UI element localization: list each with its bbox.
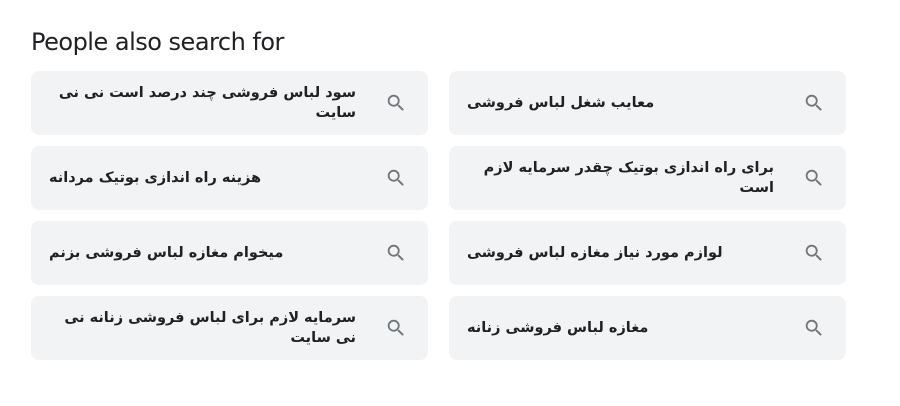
- suggestion-chip[interactable]: مغازه لباس فروشی زنانه: [449, 296, 846, 360]
- suggestion-label: میخوام مغازه لباس فروشی بزنم: [49, 245, 284, 261]
- suggestion-chip[interactable]: سرمایه لازم برای لباس فروشی زنانه نی نی …: [31, 296, 428, 360]
- suggestion-label: هزینه راه اندازی بوتیک مردانه: [49, 170, 262, 186]
- search-icon: [802, 91, 826, 115]
- suggestion-label: مغازه لباس فروشی زنانه: [467, 320, 649, 336]
- search-icon: [384, 316, 408, 340]
- people-also-search-for-section: People also search for سود لباس فروشی چن…: [31, 26, 847, 360]
- section-title: People also search for: [31, 28, 284, 56]
- search-icon: [384, 241, 408, 265]
- suggestion-chip[interactable]: سود لباس فروشی چند درصد است نی نی سایت: [31, 71, 428, 135]
- suggestion-chip[interactable]: هزینه راه اندازی بوتیک مردانه: [31, 146, 428, 210]
- suggestion-label: لوازم مورد نیاز مغازه لباس فروشی: [467, 245, 723, 261]
- suggestion-chip[interactable]: لوازم مورد نیاز مغازه لباس فروشی: [449, 221, 846, 285]
- search-icon: [384, 91, 408, 115]
- search-icon: [802, 316, 826, 340]
- suggestion-chip[interactable]: معایب شغل لباس فروشی: [449, 71, 846, 135]
- suggestion-label: برای راه اندازی بوتیک چقدر سرمایه لازم ا…: [483, 160, 774, 196]
- suggestion-label: سود لباس فروشی چند درصد است نی نی سایت: [58, 85, 356, 121]
- suggestion-label: سرمایه لازم برای لباس فروشی زنانه نی نی …: [64, 310, 356, 346]
- suggestion-grid: سود لباس فروشی چند درصد است نی نی سایت م…: [31, 71, 847, 360]
- suggestion-chip[interactable]: میخوام مغازه لباس فروشی بزنم: [31, 221, 428, 285]
- search-icon: [802, 166, 826, 190]
- suggestion-chip[interactable]: برای راه اندازی بوتیک چقدر سرمایه لازم ا…: [449, 146, 846, 210]
- suggestion-label: معایب شغل لباس فروشی: [467, 95, 655, 111]
- search-icon: [802, 241, 826, 265]
- search-icon: [384, 166, 408, 190]
